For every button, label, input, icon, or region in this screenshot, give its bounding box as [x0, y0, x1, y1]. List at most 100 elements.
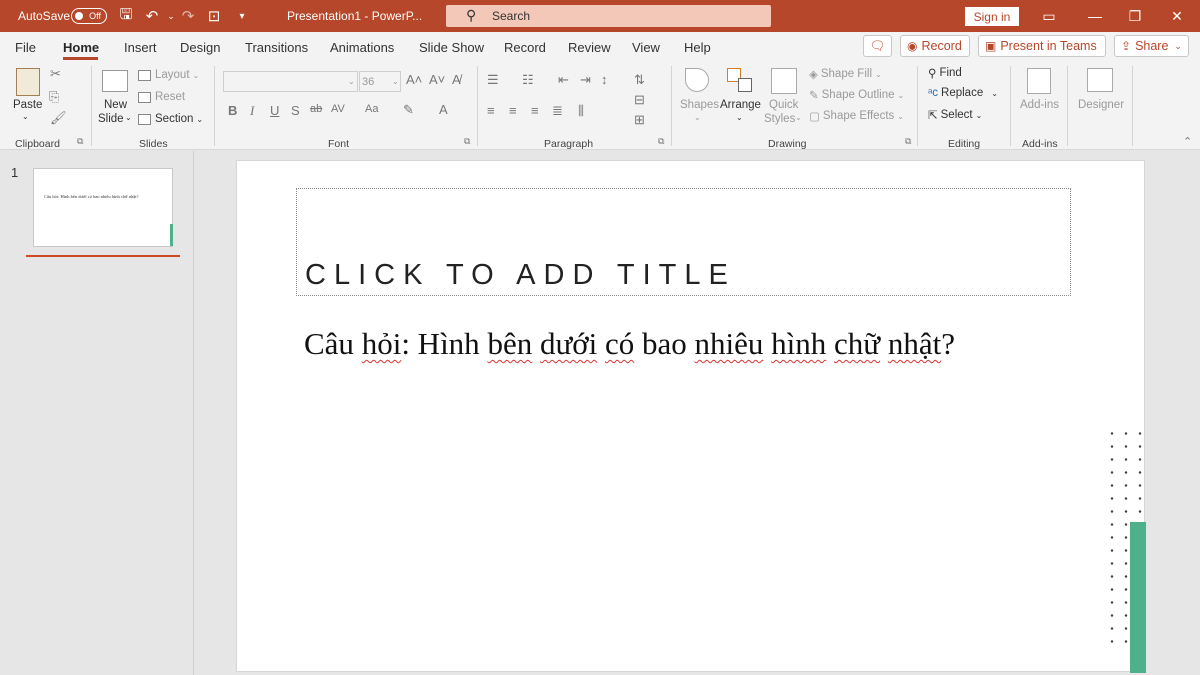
justify-icon[interactable]: ≣ — [552, 103, 563, 119]
title-placeholder[interactable]: CLICK TO ADD TITLE — [296, 188, 1071, 296]
bullets-icon[interactable]: ☰ — [487, 72, 499, 88]
new-slide-button[interactable]: Slide — [98, 113, 124, 125]
cut-icon[interactable]: ✂ — [50, 66, 61, 82]
new-slide-label[interactable]: New — [104, 99, 127, 111]
present-in-teams-button[interactable]: ▣ Present in Teams — [978, 35, 1106, 57]
designer-icon[interactable] — [1087, 68, 1113, 92]
clear-formatting-icon[interactable]: A̸ — [452, 72, 461, 87]
increase-indent-icon[interactable]: ⇥ — [580, 72, 591, 88]
shapes-icon[interactable] — [685, 68, 709, 92]
shape-outline-button[interactable]: ✎ Shape Outline ⌄ — [809, 88, 904, 102]
tab-view[interactable]: View — [632, 40, 660, 55]
separator — [1010, 66, 1011, 146]
text-direction-icon[interactable]: ⇅ — [634, 72, 645, 88]
restore-icon[interactable]: ❐ — [1112, 0, 1158, 32]
share-button[interactable]: ⇪ Share ⌄ — [1114, 35, 1189, 57]
shadow-icon[interactable]: S — [291, 103, 300, 118]
tab-slide-show[interactable]: Slide Show — [419, 40, 484, 55]
reset-button[interactable]: Reset — [138, 91, 185, 103]
search-box[interactable]: ⚲ Search — [446, 5, 771, 27]
collapse-ribbon-icon[interactable]: ⌃ — [1183, 135, 1192, 148]
quick-styles-label[interactable]: Quick — [769, 99, 798, 111]
shapes-dropdown-icon[interactable]: ⌄ — [694, 113, 701, 122]
format-painter-icon[interactable]: 🖌 — [50, 110, 67, 126]
redo-icon[interactable]: ↷ — [179, 0, 197, 32]
tab-help[interactable]: Help — [684, 40, 711, 55]
autosave-toggle[interactable]: Off — [71, 8, 107, 24]
drawing-launcher-icon[interactable]: ⧉ — [905, 136, 911, 147]
sign-in-button[interactable]: Sign in — [965, 7, 1019, 26]
tab-file[interactable]: File — [15, 40, 36, 55]
layout-button[interactable]: Layout ⌄ — [138, 69, 199, 81]
tab-home[interactable]: Home — [63, 40, 99, 55]
tab-insert[interactable]: Insert — [124, 40, 157, 55]
save-icon[interactable]: 🖫 — [117, 0, 135, 32]
strikethrough-icon[interactable]: ab — [310, 103, 322, 115]
comments-button[interactable]: 🗨 — [863, 35, 892, 57]
new-slide-dropdown-icon[interactable]: ⌄ — [125, 113, 132, 122]
record-button[interactable]: ◉ Record — [900, 35, 970, 57]
font-launcher-icon[interactable]: ⧉ — [464, 136, 470, 147]
paragraph-launcher-icon[interactable]: ⧉ — [658, 136, 664, 147]
align-right-icon[interactable]: ≡ — [531, 103, 539, 118]
decrease-indent-icon[interactable]: ⇤ — [558, 72, 569, 88]
italic-icon[interactable]: I — [250, 103, 254, 119]
record-dot-icon: ◉ — [907, 39, 918, 53]
arrange-button[interactable]: Arrange — [720, 99, 761, 111]
slide-body-text[interactable]: Câu hỏi: Hình bên dưới có bao nhiêu hình… — [304, 326, 955, 362]
close-icon[interactable]: ✕ — [1154, 0, 1200, 32]
align-text-icon[interactable]: ⊟ — [634, 92, 645, 108]
new-slide-icon[interactable] — [102, 70, 128, 92]
tab-animations[interactable]: Animations — [330, 40, 394, 55]
add-ins-icon[interactable] — [1027, 68, 1051, 94]
tab-review[interactable]: Review — [568, 40, 611, 55]
shape-effects-button[interactable]: ▢ Shape Effects ⌄ — [809, 109, 904, 123]
quick-styles-dropdown-icon[interactable]: ⌄ — [795, 113, 802, 122]
smartart-icon[interactable]: ⊞ — [634, 112, 645, 128]
ribbon-display-icon[interactable]: ▭ — [1026, 0, 1072, 32]
paste-dropdown-icon[interactable]: ⌄ — [22, 112, 29, 121]
find-button[interactable]: ⚲ Find — [928, 66, 962, 80]
increase-font-icon[interactable]: A˄ — [406, 72, 422, 87]
font-name-box[interactable] — [223, 71, 358, 92]
arrange-dropdown-icon[interactable]: ⌄ — [736, 113, 743, 122]
align-left-icon[interactable]: ≡ — [487, 103, 495, 118]
columns-icon[interactable]: ⫼ — [578, 103, 584, 119]
quick-styles-icon[interactable] — [771, 68, 797, 94]
font-name-dropdown-icon[interactable]: ⌄ — [348, 77, 355, 86]
tab-record[interactable]: Record — [504, 40, 546, 55]
undo-dropdown-icon[interactable]: ⌄ — [162, 0, 180, 32]
character-spacing-icon[interactable]: AV — [331, 103, 345, 115]
font-size-dropdown-icon[interactable]: ⌄ — [392, 77, 399, 86]
section-button[interactable]: Section ⌄ — [138, 113, 203, 125]
select-button[interactable]: ⇱ Select ⌄ — [928, 108, 982, 122]
underline-icon[interactable]: U — [270, 103, 279, 118]
slide-canvas[interactable]: CLICK TO ADD TITLE Câu hỏi: Hình bên dướ… — [236, 160, 1146, 673]
copy-icon[interactable]: ⎘ — [49, 89, 59, 105]
present-icon[interactable]: ⊡ — [205, 0, 223, 32]
designer-button[interactable]: Designer — [1078, 99, 1124, 111]
tab-design[interactable]: Design — [180, 40, 220, 55]
replace-button[interactable]: ᵃc Replace ⌄ — [928, 87, 998, 99]
tab-transitions[interactable]: Transitions — [245, 40, 308, 55]
shape-fill-button[interactable]: ◈ Shape Fill ⌄ — [809, 67, 882, 81]
shapes-button[interactable]: Shapes — [680, 99, 719, 111]
line-spacing-icon[interactable]: ↕ — [601, 72, 608, 87]
numbering-icon[interactable]: ☷ — [522, 72, 534, 88]
select-icon: ⇱ — [928, 110, 938, 122]
clipboard-launcher-icon[interactable]: ⧉ — [77, 136, 83, 147]
slide-thumbnail[interactable]: Câu hỏi: Hình bên dưới có bao nhiêu hình… — [33, 168, 173, 247]
font-color-icon[interactable]: A — [439, 102, 448, 117]
change-case-icon[interactable]: Aa — [365, 103, 378, 115]
paste-icon[interactable] — [16, 68, 40, 96]
body-word-misspelled: bên — [487, 326, 533, 361]
undo-icon[interactable]: ↶ — [143, 0, 161, 32]
add-ins-button[interactable]: Add-ins — [1020, 99, 1059, 111]
decrease-font-icon[interactable]: A˅ — [429, 72, 445, 87]
align-center-icon[interactable]: ≡ — [509, 103, 517, 118]
bold-icon[interactable]: B — [228, 103, 237, 118]
paste-button[interactable]: Paste — [13, 99, 42, 111]
customize-qat-icon[interactable]: ▾ — [233, 0, 251, 32]
highlight-icon[interactable]: ✎ — [403, 102, 414, 118]
quick-styles-button[interactable]: Styles — [764, 113, 795, 125]
